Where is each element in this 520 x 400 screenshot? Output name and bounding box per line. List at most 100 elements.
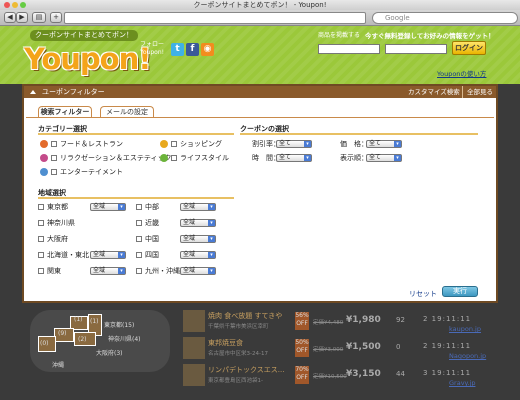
chevron-down-icon: ▾ (208, 236, 215, 242)
region-select-hokkaido[interactable]: 全域 ▾ (90, 251, 126, 259)
password-input[interactable] (385, 44, 447, 54)
chevron-down-icon: ▾ (208, 252, 215, 258)
region-select-kyushu[interactable]: 全域 ▾ (180, 267, 216, 275)
category-checkbox[interactable] (171, 141, 177, 147)
region-checkbox[interactable] (136, 204, 142, 210)
category-label: ショッピング (180, 140, 222, 148)
map-label-kanagawa[interactable]: 神奈川県(4) (108, 334, 141, 343)
deal-original-price: 定価¥10,500 (313, 374, 347, 380)
map-label-okinawa[interactable]: 沖縄 (52, 360, 64, 369)
reset-link[interactable]: リセット (409, 289, 437, 299)
region-label-kyushu: 九州・沖縄 (145, 267, 180, 275)
deal-site-link[interactable]: Nagopon.jp (449, 352, 486, 360)
region-label-chugoku: 中国 (145, 235, 159, 243)
category-checkbox[interactable] (51, 141, 57, 147)
chevron-down-icon: ▾ (118, 268, 125, 274)
site-logo[interactable]: Youpon! (24, 44, 151, 74)
chevron-down-icon: ▾ (118, 252, 125, 258)
region-select-kinki[interactable]: 全域 ▾ (180, 219, 216, 227)
lifestyle-icon (160, 154, 168, 162)
discount-select[interactable]: 全て ▾ (276, 140, 312, 148)
deal-price: ¥1,980 (346, 315, 381, 325)
region-select-chugoku[interactable]: 全域 ▾ (180, 235, 216, 243)
region-checkbox[interactable] (38, 252, 44, 258)
region-checkbox[interactable] (136, 268, 142, 274)
map-count: (2) (78, 336, 87, 343)
howto-link[interactable]: Youponの使い方 (437, 68, 486, 78)
bookmarks-icon[interactable]: ▤ (32, 12, 46, 23)
region-label-kanagawa: 神奈川県 (47, 219, 75, 227)
back-button[interactable]: ◀ (4, 12, 16, 23)
deal-time-left: 2 19:11:11 (423, 342, 472, 350)
sort-select[interactable]: 全て ▾ (366, 154, 402, 162)
chevron-down-icon: ▾ (208, 268, 215, 274)
shopping-icon (160, 140, 168, 148)
custom-search-link[interactable]: カスタマイズ検索 (408, 86, 460, 98)
deal-address: 東京都豊島区西池袋1- (208, 378, 263, 384)
region-select-tokyo[interactable]: 全域 ▾ (90, 203, 126, 211)
map-label-osaka[interactable]: 大阪府(3) (96, 348, 123, 357)
region-label-tokyo: 東京都 (47, 203, 68, 211)
collapse-icon[interactable] (30, 90, 36, 94)
promo-link[interactable]: 商品を掲載する (318, 30, 360, 39)
time-select[interactable]: 全て ▾ (276, 154, 312, 162)
deal-row[interactable]: 東邦焼豆食 名古屋市中区栄3-24-17 50% OFF 定価¥3,000 ¥1… (183, 337, 493, 363)
url-field[interactable] (64, 12, 366, 24)
deal-address: 名古屋市中区栄3-24-17 (208, 351, 268, 357)
deal-title[interactable]: リンパデトックスエス... (208, 365, 284, 375)
region-checkbox[interactable] (136, 252, 142, 258)
run-button[interactable]: 実行 (442, 286, 478, 297)
tab-search-filter[interactable]: 検索フィルター (38, 106, 92, 117)
add-bookmark-button[interactable]: + (50, 12, 62, 23)
login-button[interactable]: ログイン (452, 41, 486, 55)
minimize-window-icon[interactable] (12, 2, 18, 8)
forward-button[interactable]: ▶ (16, 12, 28, 23)
category-checkbox[interactable] (51, 155, 57, 161)
category-checkbox[interactable] (51, 169, 57, 175)
chevron-down-icon: ▾ (394, 155, 401, 161)
deal-site-link[interactable]: Gravy.jp (449, 379, 475, 387)
deal-price: ¥1,500 (346, 342, 381, 352)
map-count: (9) (58, 330, 67, 337)
zoom-window-icon[interactable] (20, 2, 26, 8)
rss-icon[interactable]: ◉ (201, 43, 214, 56)
chevron-down-icon: ▾ (208, 204, 215, 210)
deal-row[interactable]: 焼肉 食べ放題 すてきや 千葉県千葉市美浜区幸町 56% OFF 定価¥4,48… (183, 310, 493, 336)
view-all-link[interactable]: 全部見る (462, 86, 493, 98)
promo-text: 今すぐ無料登録してお好みの情報をゲット！ (365, 32, 495, 40)
region-select-kanto[interactable]: 全域 ▾ (90, 267, 126, 275)
deal-row[interactable]: リンパデトックスエス... 東京都豊島区西池袋1- 70% OFF 定価¥10,… (183, 364, 493, 390)
close-window-icon[interactable] (4, 2, 10, 8)
region-checkbox[interactable] (136, 220, 142, 226)
region-checkbox[interactable] (38, 220, 44, 226)
filter-panel-header[interactable]: ユーポンフィルター カスタマイズ検索 全部見る (24, 86, 496, 98)
deal-address: 千葉県千葉市美浜区幸町 (208, 324, 269, 330)
email-input[interactable] (318, 44, 380, 54)
region-select-shikoku[interactable]: 全域 ▾ (180, 251, 216, 259)
site-tagline: クーポンサイトまとめてポン！ (30, 30, 138, 41)
deal-original-price: 定価¥4,480 (313, 320, 344, 326)
search-field[interactable]: Google (372, 12, 518, 24)
tab-mail-settings[interactable]: メールの設定 (100, 106, 154, 117)
category-checkbox[interactable] (171, 155, 177, 161)
filter-panel-title: ユーポンフィルター (42, 88, 105, 96)
region-checkbox[interactable] (38, 204, 44, 210)
chevron-down-icon: ▾ (304, 141, 311, 147)
region-select-chubu[interactable]: 全域 ▾ (180, 203, 216, 211)
tab-divider (26, 117, 494, 118)
deal-price: ¥3,150 (346, 369, 381, 379)
facebook-icon[interactable]: f (186, 43, 199, 56)
deal-title[interactable]: 焼肉 食べ放題 すてきや (208, 311, 282, 321)
deal-title[interactable]: 東邦焼豆食 (208, 338, 243, 348)
region-label-kanto: 関東 (47, 267, 61, 275)
region-checkbox[interactable] (38, 268, 44, 274)
deal-site-link[interactable]: kaupon.jp (449, 325, 481, 333)
price-select[interactable]: 全て ▾ (366, 140, 402, 148)
region-checkbox[interactable] (136, 236, 142, 242)
region-checkbox[interactable] (38, 236, 44, 242)
category-label: リラクゼーション＆エステティック (60, 154, 172, 162)
map-label-tokyo[interactable]: 東京都(15) (104, 320, 134, 329)
deal-original-price: 定価¥3,000 (313, 347, 344, 353)
twitter-icon[interactable]: t (171, 43, 184, 56)
map-count: (1) (74, 316, 83, 323)
